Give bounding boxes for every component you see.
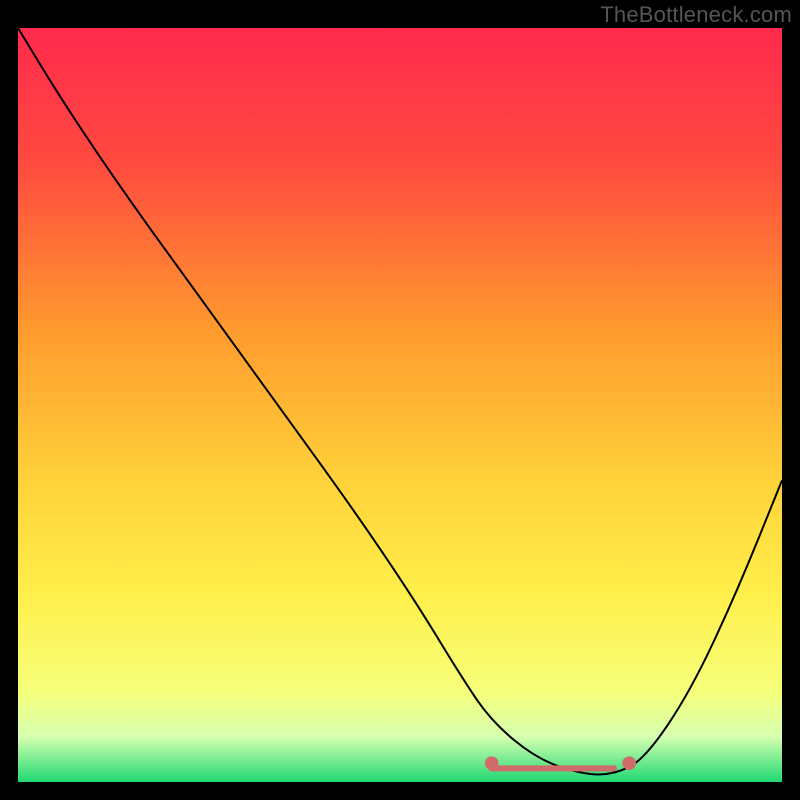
chart-container: TheBottleneck.com: [0, 0, 800, 800]
bottleneck-chart-svg: [18, 28, 782, 782]
marker-end: [622, 756, 636, 770]
plot-area: [18, 28, 782, 782]
marker-start: [485, 756, 499, 770]
gradient-rect: [18, 28, 782, 782]
watermark-text: TheBottleneck.com: [600, 2, 792, 28]
